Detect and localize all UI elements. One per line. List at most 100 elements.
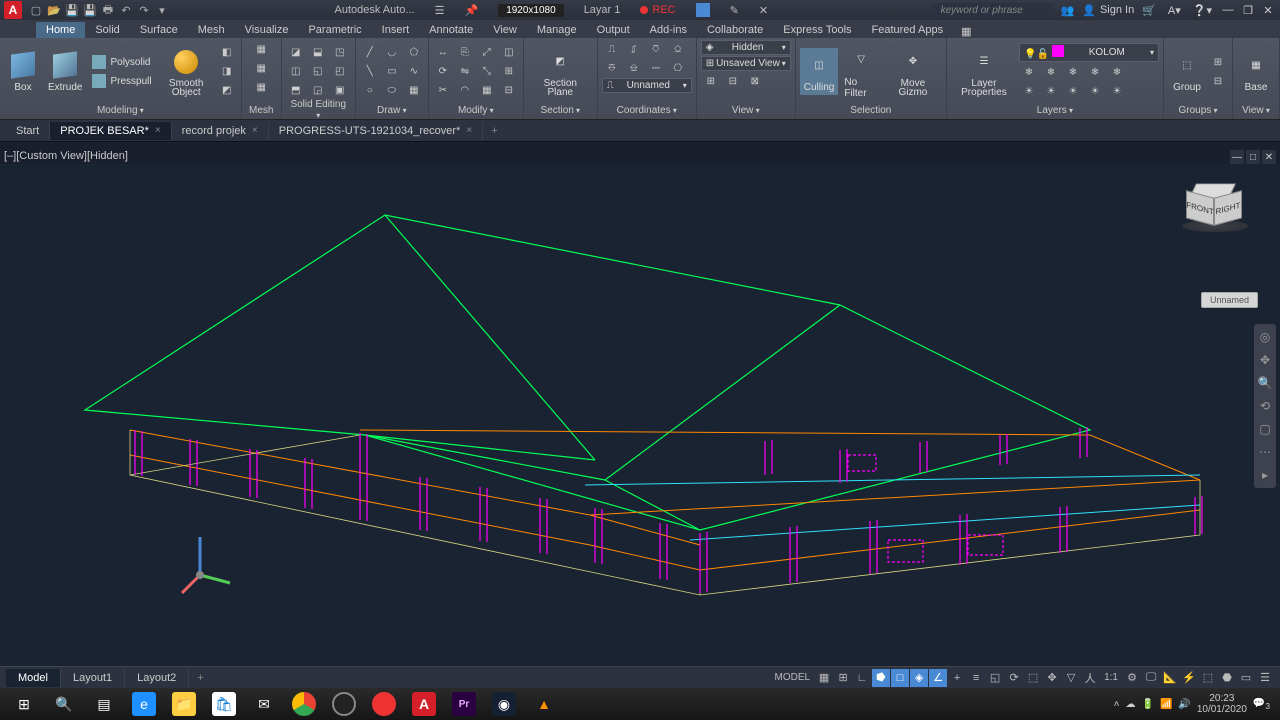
- se4-icon[interactable]: ⬓: [308, 44, 328, 62]
- rec-box-icon[interactable]: [696, 3, 710, 17]
- tab-parametric[interactable]: Parametric: [298, 22, 371, 38]
- premiere-icon[interactable]: Pr: [444, 690, 484, 718]
- polar-toggle-icon[interactable]: ⭓: [872, 669, 890, 687]
- spline-icon[interactable]: ∿: [404, 63, 424, 81]
- store-icon[interactable]: 🛍: [204, 690, 244, 718]
- vs2-icon[interactable]: ⊟: [723, 72, 743, 90]
- layout-tab-2[interactable]: Layout2: [125, 669, 189, 687]
- panel-layers-title[interactable]: Layers: [1037, 105, 1073, 116]
- stretch-icon[interactable]: ⤢: [477, 44, 497, 62]
- filter-icon[interactable]: ▽: [1062, 669, 1080, 687]
- panel-modify-title[interactable]: Modify: [458, 105, 494, 116]
- se2-icon[interactable]: ◫: [286, 63, 306, 81]
- tab-addins[interactable]: Add-ins: [640, 22, 697, 38]
- ly2-icon[interactable]: ❄: [1041, 63, 1061, 81]
- extrude-button[interactable]: Extrude: [44, 48, 86, 95]
- viewport[interactable]: FRONT RIGHT Unnamed ◎ ✥ 🔍 ⟲ ▢ ⋯ ▸: [0, 164, 1280, 686]
- tab-solid[interactable]: Solid: [85, 22, 129, 38]
- tab-expresstools[interactable]: Express Tools: [773, 22, 861, 38]
- ly9-icon[interactable]: ☀: [1085, 82, 1105, 100]
- tab-manage[interactable]: Manage: [527, 22, 587, 38]
- otrack-toggle-icon[interactable]: ∠: [929, 669, 947, 687]
- smooth-object-button[interactable]: Smooth Object: [158, 45, 215, 99]
- nav-pan-icon[interactable]: ✥: [1256, 349, 1274, 371]
- open-icon[interactable]: 📂: [46, 2, 62, 18]
- tab-collaborate[interactable]: Collaborate: [697, 22, 773, 38]
- nav-more-icon[interactable]: ⋯: [1256, 441, 1274, 463]
- add-layout-button[interactable]: +: [189, 669, 211, 687]
- ucs2-icon[interactable]: ⎎: [624, 40, 644, 58]
- close-icon[interactable]: ✕: [1260, 3, 1276, 17]
- search-input[interactable]: keyword or phrase: [933, 3, 1053, 18]
- poly-icon[interactable]: ⬠: [404, 44, 424, 62]
- volume-icon[interactable]: 🔊: [1178, 699, 1190, 710]
- viewcube[interactable]: FRONT RIGHT: [1180, 176, 1250, 246]
- ucs4-icon[interactable]: ⎐: [668, 40, 688, 58]
- undo-icon[interactable]: ↶: [118, 2, 134, 18]
- panel-se-title[interactable]: Solid Editing: [290, 99, 347, 121]
- ly10-icon[interactable]: ☀: [1107, 82, 1127, 100]
- apps-icon[interactable]: ▦: [961, 25, 971, 38]
- nav-collapse-icon[interactable]: ▸: [1256, 464, 1274, 486]
- ly7-icon[interactable]: ☀: [1041, 82, 1061, 100]
- ucs5-icon[interactable]: ⎑: [602, 59, 622, 77]
- edge-icon[interactable]: e: [124, 690, 164, 718]
- notifications-icon[interactable]: 💬3: [1253, 698, 1270, 711]
- steam-icon[interactable]: ◉: [484, 690, 524, 718]
- new-icon[interactable]: ▢: [28, 2, 44, 18]
- move-icon[interactable]: ↔: [433, 44, 453, 62]
- se9-icon[interactable]: ▣: [330, 82, 350, 100]
- tray-chevron-icon[interactable]: ˄: [1114, 699, 1120, 710]
- mesh-tool3-icon[interactable]: ◩: [217, 82, 237, 100]
- grid-toggle-icon[interactable]: ▦: [815, 669, 833, 687]
- iso-icon[interactable]: ⬚: [1199, 669, 1217, 687]
- hatch-icon[interactable]: ▦: [404, 82, 424, 100]
- se8-icon[interactable]: ◰: [330, 63, 350, 81]
- mesh-tool-icon[interactable]: ◧: [217, 44, 237, 62]
- base-button[interactable]: ▦Base: [1237, 48, 1275, 95]
- layout-tab-model[interactable]: Model: [6, 669, 61, 687]
- nav-showmotion-icon[interactable]: ▢: [1256, 418, 1274, 440]
- vp-max-icon[interactable]: □: [1246, 150, 1260, 164]
- 3dosnap-toggle-icon[interactable]: ◈: [910, 669, 928, 687]
- close-tab-icon[interactable]: ×: [252, 125, 258, 136]
- se7-icon[interactable]: ◳: [330, 44, 350, 62]
- file-tab-record[interactable]: record projek×: [172, 122, 269, 140]
- explorer-icon[interactable]: 📁: [164, 690, 204, 718]
- search-button[interactable]: 🔍: [44, 690, 84, 718]
- vp-close-icon[interactable]: ✕: [1262, 150, 1276, 164]
- move-gizmo-button[interactable]: ✥Move Gizmo: [884, 45, 942, 99]
- ly3-icon[interactable]: ❄: [1063, 63, 1083, 81]
- ucs1-icon[interactable]: ⎍: [602, 40, 622, 58]
- se5-icon[interactable]: ◱: [308, 63, 328, 81]
- tab-insert[interactable]: Insert: [372, 22, 420, 38]
- mesh-tool2-icon[interactable]: ◨: [217, 63, 237, 81]
- transparency-icon[interactable]: ◱: [986, 669, 1004, 687]
- battery-icon[interactable]: 🔋: [1141, 699, 1153, 710]
- layout-tab-1[interactable]: Layout1: [61, 669, 125, 687]
- visual-style-combo[interactable]: ◈Hidden: [701, 40, 791, 55]
- panel-mesh-title[interactable]: Mesh: [249, 105, 273, 116]
- gizmo-icon[interactable]: ✥: [1043, 669, 1061, 687]
- fillet-icon[interactable]: ◠: [455, 82, 475, 100]
- taskview-button[interactable]: ▤: [84, 690, 124, 718]
- vlc-icon[interactable]: ▲: [524, 690, 564, 718]
- pin-icon[interactable]: 📌: [464, 4, 478, 17]
- scale-icon[interactable]: ⤡: [477, 63, 497, 81]
- rotate-icon[interactable]: ⟳: [433, 63, 453, 81]
- mirror-icon[interactable]: ⇋: [455, 63, 475, 81]
- mesh3-icon[interactable]: ▦: [251, 78, 271, 96]
- copy-icon[interactable]: ⎘: [455, 44, 475, 62]
- mesh2-icon[interactable]: ▦: [251, 59, 271, 77]
- close-tab-icon[interactable]: ×: [155, 125, 161, 136]
- clock[interactable]: 20:23 10/01/2020: [1197, 693, 1247, 715]
- presspull-button[interactable]: Presspull: [88, 72, 155, 90]
- viewcube-right[interactable]: RIGHT: [1214, 190, 1242, 226]
- se3-icon[interactable]: ⬒: [286, 82, 306, 100]
- panel-coord-title[interactable]: Coordinates: [617, 105, 677, 116]
- app-logo[interactable]: A: [4, 1, 22, 19]
- vs1-icon[interactable]: ⊞: [701, 72, 721, 90]
- osnap-toggle-icon[interactable]: □: [891, 669, 909, 687]
- box-button[interactable]: Box: [4, 48, 42, 95]
- saveas-icon[interactable]: 💾: [82, 2, 98, 18]
